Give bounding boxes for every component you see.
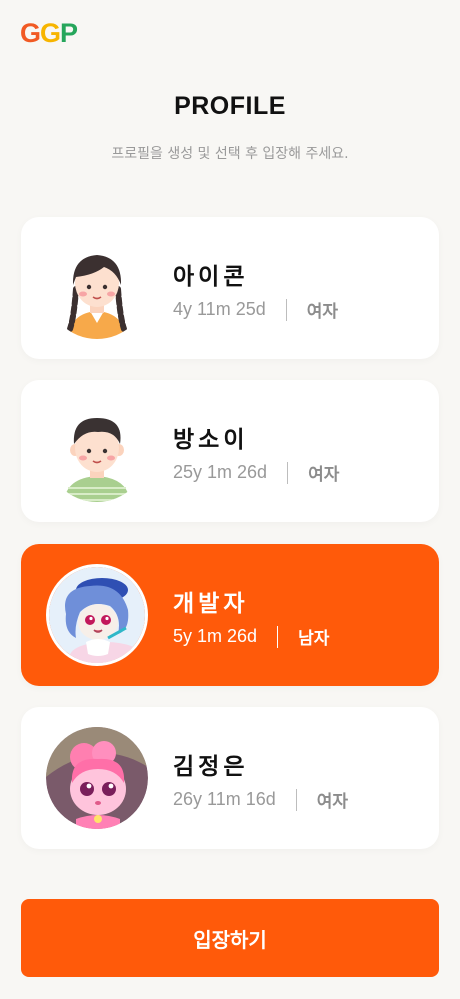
blue-hair-character-icon	[46, 564, 148, 666]
profile-card-1[interactable]: 아이콘 4y 11m 25d 여자	[21, 217, 439, 359]
logo-letter-g2: G	[40, 18, 61, 48]
profile-gender: 여자	[306, 302, 339, 322]
profile-card-3-selected[interactable]: 개발자 5y 1m 26d 남자	[21, 544, 439, 686]
profile-meta: 25y 1m 26d 여자	[173, 460, 339, 485]
profile-gender: 여자	[316, 792, 349, 812]
meta-divider	[277, 625, 279, 648]
profile-meta: 5y 1m 26d 남자	[173, 624, 329, 649]
enter-button[interactable]: 입장하기	[21, 899, 439, 977]
pink-character-icon	[46, 727, 148, 829]
profile-meta: 4y 11m 25d 여자	[173, 297, 338, 322]
profile-gender: 여자	[308, 465, 340, 485]
profile-meta: 26y 11m 16d 여자	[173, 787, 348, 812]
profile-gender: 남자	[298, 629, 330, 649]
profile-age: 26y 11m 16d	[173, 789, 276, 809]
profile-card-4[interactable]: 김정은 26y 11m 16d 여자	[21, 707, 439, 849]
meta-divider	[295, 788, 297, 811]
app-logo: G G P	[20, 18, 78, 49]
meta-divider	[285, 298, 287, 321]
profile-age: 4y 11m 25d	[173, 299, 266, 319]
profile-age: 5y 1m 26d	[173, 626, 258, 646]
logo-letter-p: P	[60, 18, 78, 48]
profile-card-2[interactable]: 방소이 25y 1m 26d 여자	[21, 380, 439, 522]
profile-name: 개발자	[173, 591, 249, 617]
profile-age: 25y 1m 26d	[173, 462, 268, 482]
profile-name: 방소이	[173, 427, 249, 453]
profile-name: 아이콘	[173, 264, 249, 290]
boy-avatar-icon	[46, 400, 148, 502]
page-subtitle: 프로필을 생성 및 선택 후 입장해 주세요.	[111, 146, 349, 162]
profile-name: 김정은	[173, 754, 249, 780]
logo-letter-g1: G	[20, 18, 41, 48]
page-title: PROFILE	[174, 92, 286, 120]
girl-avatar-icon	[46, 237, 148, 339]
meta-divider	[287, 461, 289, 484]
